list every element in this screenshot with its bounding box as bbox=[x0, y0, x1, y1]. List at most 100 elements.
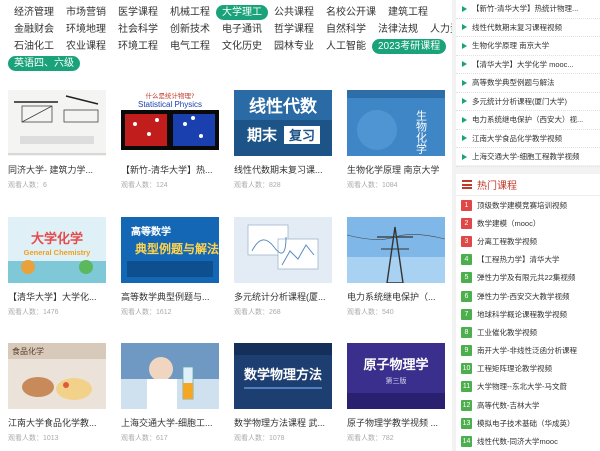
category-tag[interactable]: 大学理工 bbox=[216, 5, 268, 20]
hot-course-link[interactable]: 工业催化教学视频 bbox=[477, 327, 537, 338]
category-tag[interactable]: 哲学课程 bbox=[268, 22, 320, 37]
category-tag[interactable]: 2023考研课程 bbox=[372, 39, 447, 54]
category-tag[interactable]: 环境地理 bbox=[60, 22, 112, 37]
course-card[interactable]: 生物化学 生物化学原理 南京大学 观看人数：1084 bbox=[347, 90, 445, 191]
course-thumbnail[interactable] bbox=[347, 217, 445, 283]
course-thumbnail[interactable] bbox=[8, 90, 106, 156]
hot-course-link[interactable]: 弹性力学及有限元共22集视频 bbox=[477, 272, 575, 283]
sidebar-link[interactable]: 多元统计分析课程(厦门大学) bbox=[456, 93, 600, 111]
hot-course-item[interactable]: 13 模拟电子技术基础（华成英） bbox=[456, 414, 600, 432]
hot-course-link[interactable]: 分离工程教学视频 bbox=[477, 236, 537, 247]
course-title[interactable]: 电力系统继电保护（... bbox=[347, 291, 445, 303]
course-title[interactable]: 多元统计分析课程(厦... bbox=[234, 291, 332, 303]
hot-course-item[interactable]: 5 弹性力学及有限元共22集视频 bbox=[456, 269, 600, 287]
hot-course-link[interactable]: 模拟电子技术基础（华成英） bbox=[477, 418, 575, 429]
category-tag[interactable]: 经济管理 bbox=[8, 5, 60, 20]
course-title[interactable]: 【清华大学】大学化... bbox=[8, 291, 106, 303]
category-tag[interactable]: 电气工程 bbox=[164, 39, 216, 54]
sidebar-link[interactable]: 电力系统继电保护（西安大）视... bbox=[456, 111, 600, 130]
course-thumbnail[interactable]: 食品化学 bbox=[8, 343, 106, 409]
sidebar-link-label[interactable]: 江南大学食品化学教学视频 bbox=[472, 133, 562, 144]
category-tag[interactable]: 公共课程 bbox=[268, 5, 320, 20]
course-thumbnail[interactable]: 数学物理方法 bbox=[234, 343, 332, 409]
hot-course-item[interactable]: 11 大学物理--东北大学-马文蔚 bbox=[456, 378, 600, 396]
hot-course-link[interactable]: 大学物理--东北大学-马文蔚 bbox=[477, 381, 567, 392]
course-title[interactable]: 上海交通大学-细胞工... bbox=[121, 417, 219, 429]
course-title[interactable]: 数学物理方法课程 武... bbox=[234, 417, 332, 429]
hot-course-item[interactable]: 3 分离工程教学视频 bbox=[456, 232, 600, 250]
hot-course-link[interactable]: 顶级数学建模竞赛培训视频 bbox=[477, 200, 567, 211]
sidebar-link[interactable]: 江南大学食品化学教学视频 bbox=[456, 130, 600, 148]
hot-course-link[interactable]: 地球科学概论课程教学视频 bbox=[477, 309, 567, 320]
category-tag[interactable]: 名校公开课 bbox=[320, 5, 382, 20]
course-card[interactable]: 数学物理方法 数学物理方法课程 武... 观看人数：1078 bbox=[234, 343, 332, 444]
sidebar-link[interactable]: 高等数学典型例题与解法 bbox=[456, 74, 600, 93]
hot-course-item[interactable]: 8 工业催化教学视频 bbox=[456, 323, 600, 341]
course-card[interactable]: 原子物理学 第三版 原子物理学教学视频 ... 观看人数：782 bbox=[347, 343, 445, 444]
sidebar-link[interactable]: 生物化学原理 南京大学 bbox=[456, 37, 600, 56]
category-tag[interactable]: 医学课程 bbox=[112, 5, 164, 20]
hot-course-link[interactable]: 弹性力学-西安交大教学视频 bbox=[477, 291, 570, 302]
category-tag[interactable]: 机械工程 bbox=[164, 5, 216, 20]
sidebar-link-label[interactable]: 多元统计分析课程(厦门大学) bbox=[472, 96, 567, 107]
hot-course-item[interactable]: 1 顶级数学建模竞赛培训视频 bbox=[456, 196, 600, 214]
category-tag[interactable]: 电子通讯 bbox=[216, 22, 268, 37]
category-tag[interactable]: 环境工程 bbox=[112, 39, 164, 54]
hot-course-item[interactable]: 6 弹性力学-西安交大教学视频 bbox=[456, 287, 600, 305]
course-thumbnail[interactable]: 原子物理学 第三版 bbox=[347, 343, 445, 409]
sidebar-link-label[interactable]: 【新竹-清华大学】热统计物理... bbox=[472, 3, 578, 14]
category-tag[interactable]: 人工智能 bbox=[320, 39, 372, 54]
course-title[interactable]: 同济大学- 建筑力学... bbox=[8, 164, 106, 176]
course-card[interactable]: 食品化学 江南大学食品化学教... 观看人数：1013 bbox=[8, 343, 106, 444]
sidebar-link-label[interactable]: 电力系统继电保护（西安大）视... bbox=[472, 114, 583, 125]
hot-course-link[interactable]: 工程矩阵理论教学视频 bbox=[477, 363, 552, 374]
hot-course-item[interactable]: 12 高等代数-吉林大学 bbox=[456, 396, 600, 414]
sidebar-link[interactable]: 线性代数期末复习课程视频 bbox=[456, 19, 600, 37]
hot-course-link[interactable]: 高等代数-吉林大学 bbox=[477, 400, 540, 411]
course-title[interactable]: 【新竹-清华大学】热... bbox=[121, 164, 219, 176]
hot-course-item[interactable]: 10 工程矩阵理论教学视频 bbox=[456, 360, 600, 378]
sidebar-link[interactable]: 【新竹-清华大学】热统计物理... bbox=[456, 0, 600, 19]
course-thumbnail[interactable]: 生物化学 bbox=[347, 90, 445, 156]
course-card[interactable]: 大学化学 General Chemistry 【清华大学】大学化... 观看人数… bbox=[8, 217, 106, 318]
hot-course-link[interactable]: 南开大学-非线性泛函分析课程 bbox=[477, 345, 577, 356]
hot-course-link[interactable]: 数学建模（mooc） bbox=[477, 218, 540, 229]
sidebar-link[interactable]: 【清华大学】大学化学 mooc... bbox=[456, 56, 600, 74]
course-card[interactable]: 电力系统继电保护（... 观看人数：540 bbox=[347, 217, 445, 318]
hot-course-item[interactable]: 9 南开大学-非线性泛函分析课程 bbox=[456, 342, 600, 360]
hot-course-link[interactable]: 【工程热力学】清华大学 bbox=[477, 254, 560, 265]
course-card[interactable]: 同济大学- 建筑力学... 观看人数：6 bbox=[8, 90, 106, 191]
sidebar-link-label[interactable]: 高等数学典型例题与解法 bbox=[472, 77, 555, 88]
category-tag[interactable]: 英语四、六级 bbox=[8, 56, 80, 71]
course-card[interactable]: 高等数学 典型例题与解法 高等数学典型例题与... 观看人数：1612 bbox=[121, 217, 219, 318]
category-tag[interactable]: 市场营销 bbox=[60, 5, 112, 20]
course-thumbnail[interactable] bbox=[234, 217, 332, 283]
course-title[interactable]: 线性代数期末复习课... bbox=[234, 164, 332, 176]
sidebar-link-label[interactable]: 线性代数期末复习课程视频 bbox=[472, 22, 562, 33]
course-thumbnail[interactable]: 大学化学 General Chemistry bbox=[8, 217, 106, 283]
course-title[interactable]: 原子物理学教学视频 ... bbox=[347, 417, 445, 429]
course-title[interactable]: 生物化学原理 南京大学 bbox=[347, 164, 445, 176]
sidebar-link-label[interactable]: 【清华大学】大学化学 mooc... bbox=[472, 59, 574, 70]
category-tag[interactable]: 建筑工程 bbox=[382, 5, 434, 20]
category-tag[interactable]: 文化历史 bbox=[216, 39, 268, 54]
course-card[interactable]: 线性代数 期末 复习 线性代数期末复习课... 观看人数：828 bbox=[234, 90, 332, 191]
course-thumbnail[interactable] bbox=[121, 343, 219, 409]
course-card[interactable]: 多元统计分析课程(厦... 观看人数：268 bbox=[234, 217, 332, 318]
hot-course-link[interactable]: 线性代数-同济大学mooc bbox=[477, 436, 558, 447]
category-tag[interactable]: 创新技术 bbox=[164, 22, 216, 37]
category-tag[interactable]: 自然科学 bbox=[320, 22, 372, 37]
course-card[interactable]: 上海交通大学-细胞工... 观看人数：617 bbox=[121, 343, 219, 444]
course-card[interactable]: 什么是统计物理? Statistical Physics 【新竹-清华大学】热.… bbox=[121, 90, 219, 191]
course-title[interactable]: 高等数学典型例题与... bbox=[121, 291, 219, 303]
hot-course-item[interactable]: 4 【工程热力学】清华大学 bbox=[456, 251, 600, 269]
course-title[interactable]: 江南大学食品化学教... bbox=[8, 417, 106, 429]
hot-course-item[interactable]: 7 地球科学概论课程教学视频 bbox=[456, 305, 600, 323]
hot-course-item[interactable]: 2 数学建模（mooc） bbox=[456, 214, 600, 232]
category-tag[interactable]: 农业课程 bbox=[60, 39, 112, 54]
category-tag[interactable]: 法律法规 bbox=[372, 22, 424, 37]
category-tag[interactable]: 园林专业 bbox=[268, 39, 320, 54]
hot-course-item[interactable]: 14 线性代数-同济大学mooc bbox=[456, 432, 600, 450]
course-thumbnail[interactable]: 高等数学 典型例题与解法 bbox=[121, 217, 219, 283]
category-tag[interactable]: 金融财会 bbox=[8, 22, 60, 37]
